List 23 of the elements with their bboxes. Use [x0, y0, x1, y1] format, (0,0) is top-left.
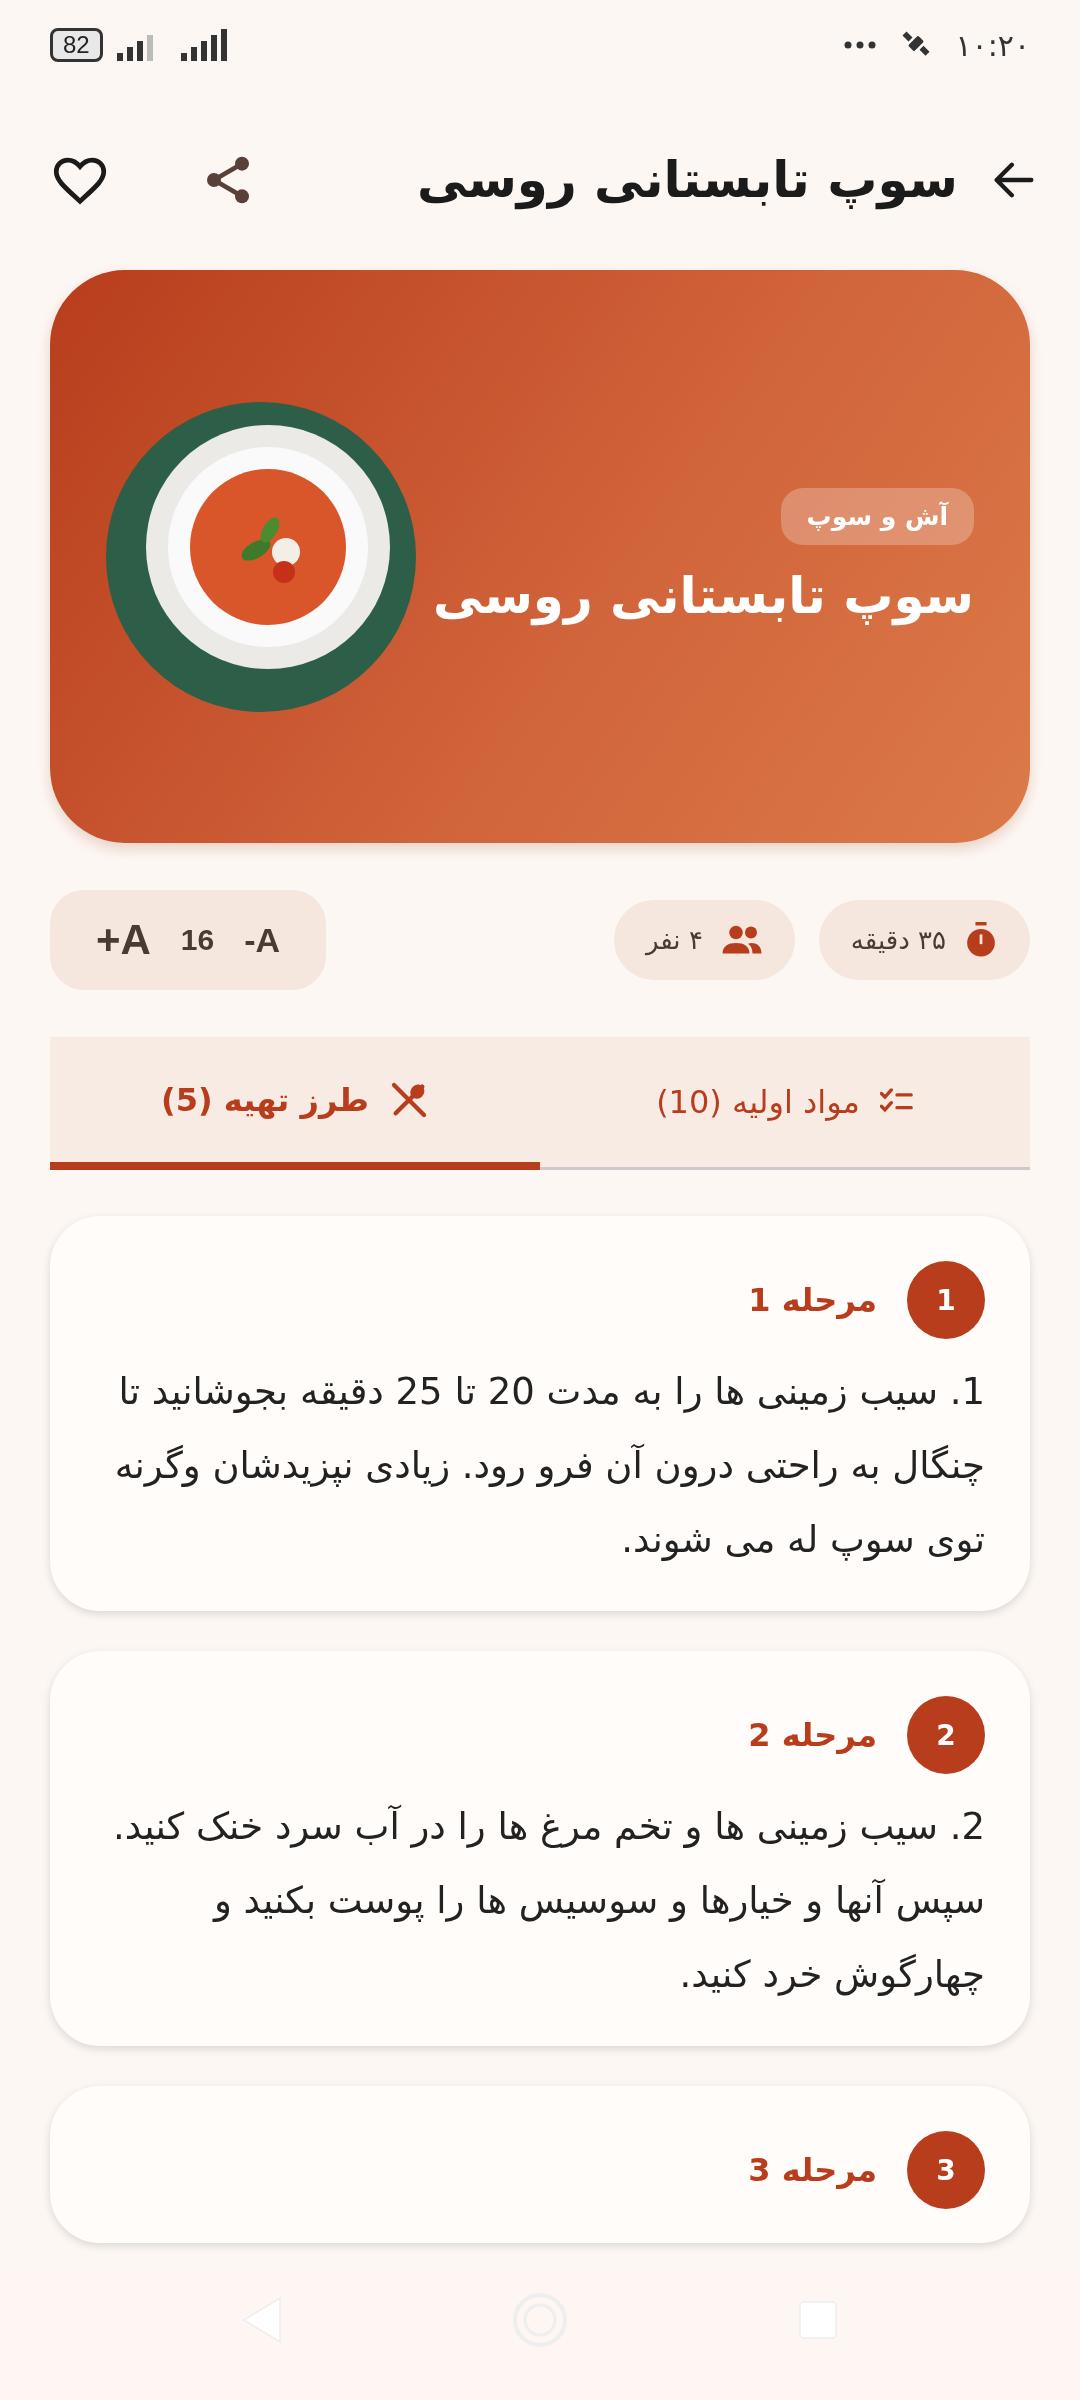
- step-title: مرحله 1: [748, 1281, 877, 1319]
- step-number: 3: [907, 2131, 985, 2209]
- step-number: 2: [907, 1696, 985, 1774]
- page-title: سوپ تابستانی روسی: [416, 151, 958, 209]
- cooking-time-chip: ۳۵ دقیقه: [818, 900, 1030, 980]
- step-title: مرحله 2: [748, 1716, 877, 1754]
- tab[interactable]: طرز تهیه (5): [50, 1037, 540, 1170]
- servings-chip: ۴ نفر: [613, 900, 795, 980]
- font-size-value: 16: [180, 923, 215, 957]
- more-dots-icon: [843, 40, 878, 50]
- step-text: 1. سیب زمینی ها را به مدت 20 تا 25 دقیقه بجوشانید تا چنگال به راحتی درون آن فرو رود. زیادی نپزیدشان وگرنه توی سوپ له می شوند.: [113, 1369, 985, 1563]
- timer-icon: [964, 922, 998, 958]
- decrease-font-button[interactable]: -A: [244, 920, 281, 960]
- step-title: مرحله 3: [748, 2151, 877, 2189]
- status-time: ۱۰:۲۰: [955, 27, 1030, 63]
- category-badge: آش و سوپ: [780, 488, 974, 545]
- step-number: 1: [907, 1261, 985, 1339]
- recipe-title: سوپ تابستانی روسی: [433, 567, 974, 625]
- battery-indicator: 82: [50, 28, 103, 62]
- increase-font-button[interactable]: +A: [96, 916, 151, 964]
- people-icon: [720, 925, 763, 955]
- step-text: 2. سیب زمینی ها و تخم مرغ ها را در آب سرد خنک کنید. سپس آنها و خیارها و سوسیس ها را پوست بکنید و چهارگوش خرد کنید.: [112, 1804, 985, 1998]
- tab[interactable]: مواد اولیه (10): [540, 1037, 1030, 1170]
